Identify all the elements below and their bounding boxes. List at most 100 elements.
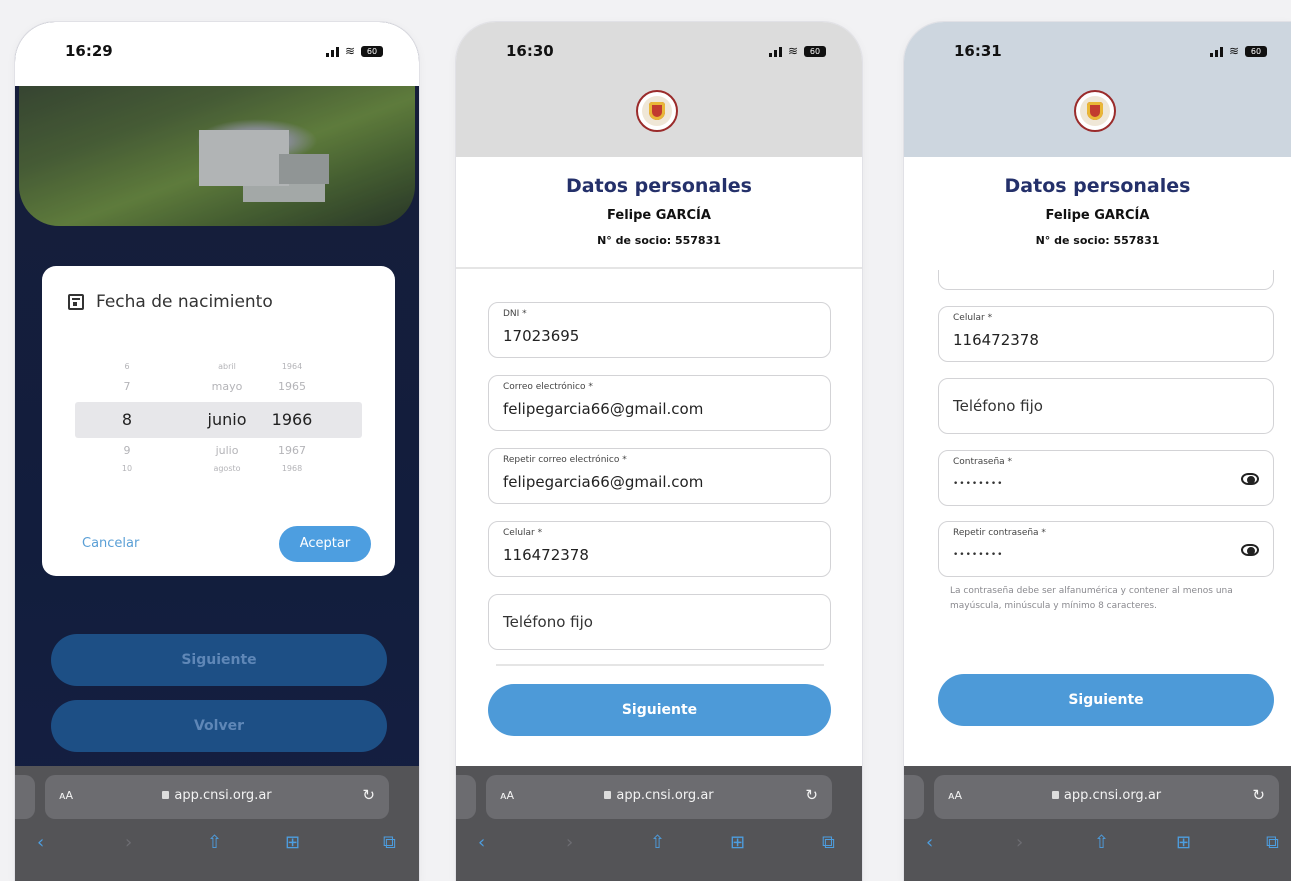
previous-tab-url bbox=[904, 775, 924, 819]
tabs-icon[interactable]: ⧉ bbox=[822, 832, 835, 853]
safari-toolbar: ᴀA app.cnsi.org.ar ↻ ‹ › ⇧ ⊞ ⧉ bbox=[15, 766, 419, 881]
repeat-email-field[interactable]: Repetir correo electrónico * felipegarci… bbox=[488, 448, 831, 504]
field-label: Celular * bbox=[503, 528, 543, 538]
url-text: app.cnsi.org.ar bbox=[45, 788, 389, 803]
field-label: Contraseña * bbox=[953, 457, 1013, 467]
previous-tab-url bbox=[15, 775, 35, 819]
previous-tab-url bbox=[456, 775, 476, 819]
bookmarks-icon[interactable]: ⊞ bbox=[1176, 832, 1191, 853]
member-name: Felipe GARCÍA bbox=[607, 208, 711, 223]
wheel-row[interactable]: 10 agosto 1968 bbox=[42, 464, 395, 484]
field-value: •••••••• bbox=[953, 479, 1004, 489]
back-icon[interactable]: ‹ bbox=[926, 832, 933, 853]
next-button[interactable]: Siguiente bbox=[51, 634, 387, 686]
share-icon[interactable]: ⇧ bbox=[207, 832, 222, 853]
bookmarks-icon[interactable]: ⊞ bbox=[285, 832, 300, 853]
status-bar: 16:29 ≋ 60 bbox=[15, 22, 419, 86]
wifi-icon: ≋ bbox=[344, 44, 355, 58]
eye-icon[interactable] bbox=[1241, 473, 1259, 485]
wheel-row[interactable]: 9 julio 1967 bbox=[42, 444, 395, 464]
forward-icon[interactable]: › bbox=[125, 832, 132, 853]
forward-icon[interactable]: › bbox=[566, 832, 573, 853]
club-logo bbox=[1074, 90, 1116, 132]
phone-personal-data-1: 16:30 ≋ 60 Datos personales Felipe GARCÍ… bbox=[456, 22, 862, 881]
mobile-field[interactable]: Celular * 116472378 bbox=[488, 521, 831, 577]
reload-icon[interactable]: ↻ bbox=[362, 786, 375, 804]
field-value: 17023695 bbox=[503, 327, 580, 345]
tabs-icon[interactable]: ⧉ bbox=[383, 832, 396, 853]
eye-icon[interactable] bbox=[1241, 544, 1259, 556]
bookmarks-icon[interactable]: ⊞ bbox=[730, 832, 745, 853]
address-bar[interactable]: ᴀA app.cnsi.org.ar ↻ bbox=[934, 775, 1279, 819]
field-placeholder: Teléfono fijo bbox=[503, 613, 593, 631]
safari-toolbar: ᴀA app.cnsi.org.ar ↻ ‹ › ⇧ ⊞ ⧉ bbox=[904, 766, 1291, 881]
field-label: Celular * bbox=[953, 313, 993, 323]
back-icon[interactable]: ‹ bbox=[478, 832, 485, 853]
address-bar[interactable]: ᴀA app.cnsi.org.ar ↻ bbox=[486, 775, 832, 819]
url-text: app.cnsi.org.ar bbox=[934, 788, 1279, 803]
field-label: Repetir correo electrónico * bbox=[503, 455, 627, 465]
next-button[interactable]: Siguiente bbox=[488, 684, 831, 736]
back-icon[interactable]: ‹ bbox=[37, 832, 44, 853]
status-icons: ≋ 60 bbox=[325, 44, 383, 58]
tabs-icon[interactable]: ⧉ bbox=[1266, 832, 1279, 853]
status-time: 16:30 bbox=[506, 42, 554, 60]
field-value: 116472378 bbox=[953, 331, 1039, 349]
birthdate-dialog: Fecha de nacimiento 6 abril 1964 7 mayo 1965… bbox=[42, 266, 395, 576]
email-field[interactable]: Correo electrónico * felipegarcia66@gmai… bbox=[488, 375, 831, 431]
signal-icon bbox=[1209, 46, 1223, 57]
lock-icon bbox=[604, 791, 612, 799]
reload-icon[interactable]: ↻ bbox=[1252, 786, 1265, 804]
landline-field[interactable]: Teléfono fijo bbox=[488, 594, 831, 650]
status-bar: 16:30 ≋ 60 bbox=[456, 22, 862, 86]
lock-icon bbox=[1051, 791, 1059, 799]
page-title: Datos personales bbox=[566, 175, 752, 197]
address-bar[interactable]: ᴀA app.cnsi.org.ar ↻ bbox=[45, 775, 389, 819]
safari-nav: ‹ › ⇧ ⊞ ⧉ bbox=[15, 832, 419, 862]
url-text: app.cnsi.org.ar bbox=[486, 788, 832, 803]
scrolled-field-edge[interactable] bbox=[938, 270, 1274, 290]
repeat-password-field[interactable]: Repetir contraseña * •••••••• bbox=[938, 521, 1274, 577]
dialog-title: Fecha de nacimiento bbox=[68, 292, 273, 312]
field-placeholder: Teléfono fijo bbox=[953, 397, 1043, 415]
share-icon[interactable]: ⇧ bbox=[650, 832, 665, 853]
cancel-button[interactable]: Cancelar bbox=[82, 536, 139, 551]
dni-field[interactable]: DNI * 17023695 bbox=[488, 302, 831, 358]
wheel-row[interactable]: 6 abril 1964 bbox=[42, 362, 395, 382]
field-value: •••••••• bbox=[953, 550, 1004, 560]
phone-personal-data-2: 16:31 ≋ 60 Datos personales Felipe GARCÍ… bbox=[904, 22, 1291, 881]
next-button[interactable]: Siguiente bbox=[938, 674, 1274, 726]
password-hint: La contraseña debe ser alfanumérica y co… bbox=[950, 586, 1233, 611]
status-icons: ≋ 60 bbox=[768, 44, 826, 58]
dialog-title-text: Fecha de nacimiento bbox=[96, 292, 273, 312]
password-field[interactable]: Contraseña * •••••••• bbox=[938, 450, 1274, 506]
screenshot-collage: 16:29 ≋ 60 Fecha de nacimiento 6 abril 196… bbox=[0, 0, 1291, 881]
field-value: felipegarcia66@gmail.com bbox=[503, 400, 704, 418]
status-time: 16:29 bbox=[65, 42, 113, 60]
landline-field[interactable]: Teléfono fijo bbox=[938, 378, 1274, 434]
signal-icon bbox=[325, 46, 339, 57]
battery-icon: 60 bbox=[361, 45, 383, 57]
accept-button[interactable]: Aceptar bbox=[279, 526, 371, 562]
safari-toolbar: ᴀA app.cnsi.org.ar ↻ ‹ › ⇧ ⊞ ⧉ bbox=[456, 766, 862, 881]
wheel-row[interactable]: 7 mayo 1965 bbox=[42, 380, 395, 400]
battery-icon: 60 bbox=[804, 45, 826, 57]
divider bbox=[496, 664, 824, 666]
status-icons: ≋ 60 bbox=[1209, 44, 1267, 58]
share-icon[interactable]: ⇧ bbox=[1094, 832, 1109, 853]
mobile-field[interactable]: Celular * 116472378 bbox=[938, 306, 1274, 362]
battery-icon: 60 bbox=[1245, 45, 1267, 57]
back-button[interactable]: Volver bbox=[51, 700, 387, 752]
wheel-row-selected[interactable]: 8 junio 1966 bbox=[42, 410, 395, 430]
signal-icon bbox=[768, 46, 782, 57]
field-label: Repetir contraseña * bbox=[953, 528, 1046, 538]
field-value: felipegarcia66@gmail.com bbox=[503, 473, 704, 491]
date-wheel[interactable]: 6 abril 1964 7 mayo 1965 8 junio 1966 9 julio 19… bbox=[42, 352, 395, 492]
wifi-icon: ≋ bbox=[787, 44, 798, 58]
forward-icon[interactable]: › bbox=[1016, 832, 1023, 853]
status-time: 16:31 bbox=[954, 42, 1002, 60]
calendar-icon bbox=[68, 294, 84, 310]
title-block: Datos personales Felipe GARCÍA N° de soc… bbox=[456, 157, 862, 269]
field-value: 116472378 bbox=[503, 546, 589, 564]
reload-icon[interactable]: ↻ bbox=[805, 786, 818, 804]
